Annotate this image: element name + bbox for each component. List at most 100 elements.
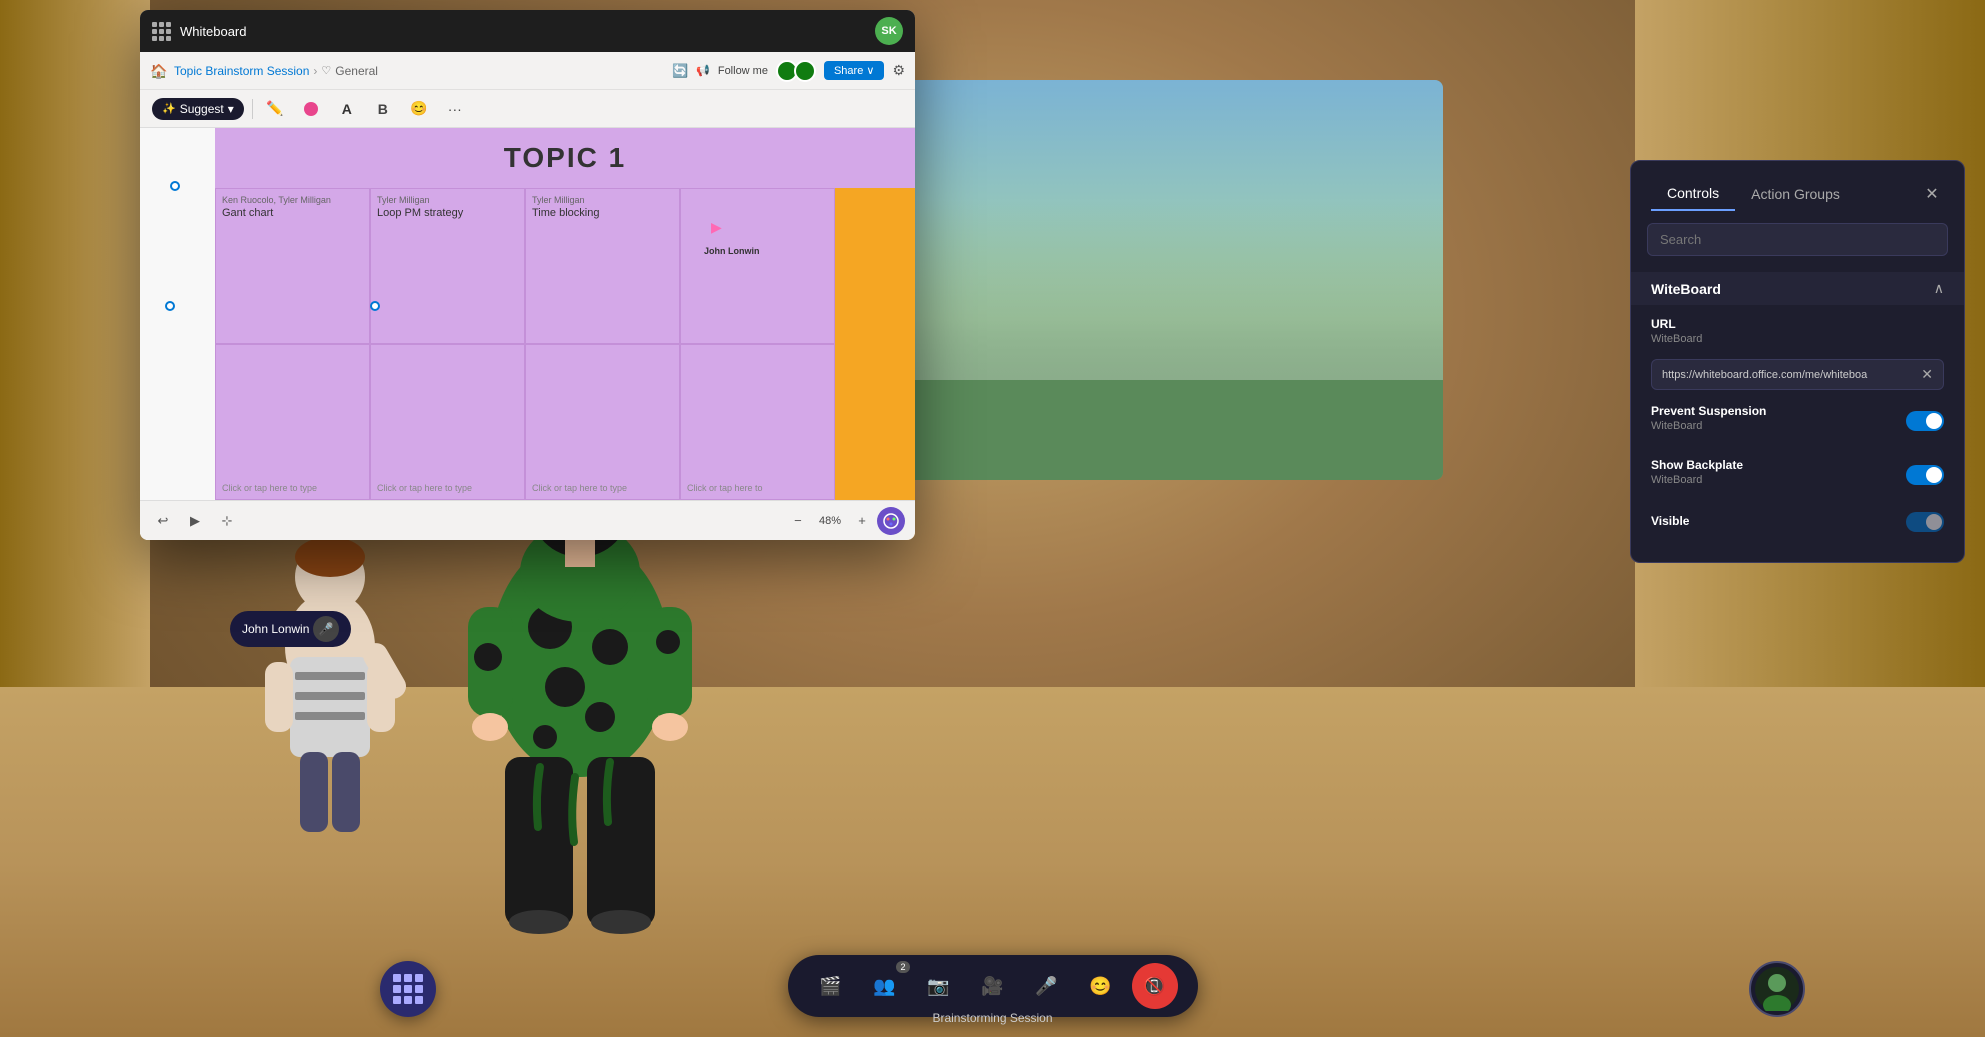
sticky-note-5[interactable]: Click or tap here to type [370, 344, 525, 500]
taskbar-mute-button[interactable]: 🎤 [1024, 963, 1070, 1009]
wb-session-name[interactable]: Topic Brainstorm Session [174, 64, 309, 78]
wb-heart-icon: ♡ [321, 64, 331, 77]
wb-app-title: Whiteboard [180, 24, 246, 39]
sticky-note-4[interactable]: Click or tap here to type [215, 344, 370, 500]
url-sublabel: WiteBoard [1651, 333, 1944, 345]
follow-me-label[interactable]: Follow me [718, 65, 768, 77]
text-tool[interactable]: A [333, 95, 361, 123]
zoom-in-button[interactable]: + [849, 508, 875, 534]
panel-item-url: URL WiteBoard [1631, 305, 1964, 355]
wb-breadcrumb-sub: General [335, 64, 378, 78]
cursor-user-label: John Lonwin [696, 244, 768, 258]
taskbar-people-button[interactable]: 👥 2 [862, 963, 908, 1009]
visible-toggle[interactable] [1906, 512, 1944, 532]
taskbar-screen-button[interactable]: 🎬 [808, 963, 854, 1009]
toggle-visible: Visible [1631, 502, 1964, 542]
user-avatar-button[interactable] [1749, 961, 1805, 1017]
sticky-note-1[interactable]: Tyler Milligan Loop PM strategy [370, 188, 525, 344]
circle-tool[interactable] [297, 95, 325, 123]
refresh-icon[interactable]: 🔄 [672, 63, 688, 79]
url-clear-button[interactable]: ✕ [1921, 366, 1933, 383]
collaborator-avatar-2 [794, 60, 816, 82]
sticky-placeholder-4: Click or tap here to type [222, 483, 363, 493]
handle-tr[interactable] [165, 301, 175, 311]
sticky-author-1: Tyler Milligan [377, 195, 518, 205]
suggest-dropdown: ▾ [228, 102, 234, 116]
toggle-thumb-3 [1926, 514, 1942, 530]
apps-menu-button[interactable] [380, 961, 436, 1017]
topic-title: TOPIC 1 [504, 142, 626, 174]
bold-tool[interactable]: B [369, 95, 397, 123]
section-header[interactable]: WiteBoard ∧ [1631, 272, 1964, 305]
tab-controls[interactable]: Controls [1651, 177, 1735, 211]
prevent-label: Prevent Suspension [1651, 404, 1906, 418]
tab-action-groups[interactable]: Action Groups [1735, 178, 1856, 210]
toggle-thumb-1 [1926, 413, 1942, 429]
sticky-author-0: Ken Ruocolo, Tyler Milligan [222, 195, 363, 205]
taskbar-leave-button[interactable]: 📵 [1132, 963, 1178, 1009]
emoji-tool[interactable]: 😊 [405, 95, 433, 123]
toggle-visible-info: Visible [1651, 514, 1906, 530]
toggle-show-backplate: Show Backplate WiteBoard [1631, 448, 1964, 502]
select-button[interactable]: ⊹ [214, 508, 240, 534]
backplate-sublabel: WiteBoard [1651, 474, 1906, 486]
toggle-prevent-info: Prevent Suspension WiteBoard [1651, 404, 1906, 438]
taskbar-emoji-button[interactable]: 😊 [1078, 963, 1124, 1009]
controls-panel: Controls Action Groups ✕ Search WiteBoar… [1630, 160, 1965, 563]
follow-me-icon[interactable]: 📢 [696, 64, 710, 77]
prevent-sublabel: WiteBoard [1651, 420, 1906, 432]
whiteboard-window: Whiteboard SK 🏠 Topic Brainstorm Session… [140, 10, 915, 540]
pen-tool[interactable]: ✏️ [261, 95, 289, 123]
sticky-author-2: Tyler Milligan [532, 195, 673, 205]
undo-button[interactable]: ↩ [150, 508, 176, 534]
sticky-title-0: Gant chart [222, 207, 363, 219]
cursor-arrow-icon: ▶ [711, 219, 722, 236]
sticky-note-3[interactable]: ▶ John Lonwin [680, 188, 835, 344]
wb-breadcrumb: Topic Brainstorm Session › ♡ General [174, 64, 378, 78]
sticky-notes-grid: Ken Ruocolo, Tyler Milligan Gant chart T… [215, 188, 835, 500]
settings-icon[interactable]: ⚙ [892, 62, 905, 79]
sticky-title-1: Loop PM strategy [377, 207, 518, 219]
cursor-button[interactable]: ▶ [182, 508, 208, 534]
wb-canvas[interactable]: TOPIC 1 Ken Ruocolo, Tyler Milligan Gant… [140, 128, 915, 540]
sticky-placeholder-7: Click or tap here to [687, 483, 828, 493]
share-button[interactable]: Share ∨ [824, 61, 884, 80]
home-icon[interactable]: 🏠 [150, 63, 166, 79]
avatar-small [250, 497, 410, 837]
zoom-out-button[interactable]: − [785, 508, 811, 534]
zoom-level: 48% [815, 515, 845, 527]
panel-close-button[interactable]: ✕ [1920, 182, 1944, 206]
people-count: 2 [896, 961, 909, 973]
wb-toolbar: ✨ Suggest ▾ ✏️ A B 😊 ··· [140, 90, 915, 128]
suggest-tool[interactable]: ✨ Suggest ▾ [152, 98, 244, 120]
suggest-icon: ✨ [162, 102, 176, 115]
palette-button[interactable] [877, 507, 905, 535]
toggle-backplate-info: Show Backplate WiteBoard [1651, 458, 1906, 492]
zoom-controls: − 48% + ⧉ [785, 508, 905, 534]
url-input-row[interactable]: https://whiteboard.office.com/me/whitebo… [1651, 359, 1944, 390]
visible-label: Visible [1651, 514, 1906, 528]
more-tool[interactable]: ··· [441, 95, 469, 123]
panel-header: Controls Action Groups ✕ [1631, 161, 1964, 211]
panel-search-input[interactable]: Search [1647, 223, 1948, 256]
sticky-note-2[interactable]: Tyler Milligan Time blocking [525, 188, 680, 344]
prevent-suspension-toggle[interactable] [1906, 411, 1944, 431]
collaborator-avatars [776, 60, 816, 82]
user-label-vr: John Lonwin 🎤 [230, 611, 351, 647]
sticky-note-0[interactable]: Ken Ruocolo, Tyler Milligan Gant chart [215, 188, 370, 344]
handle-br[interactable] [170, 181, 180, 191]
taskbar-video-button[interactable]: 🎥 [970, 963, 1016, 1009]
url-value: https://whiteboard.office.com/me/whitebo… [1662, 369, 1915, 381]
sticky-note-6[interactable]: Click or tap here to type [525, 344, 680, 500]
section-title: WiteBoard [1651, 281, 1721, 297]
taskbar-camera-button[interactable]: 📷 [916, 963, 962, 1009]
handle-tl[interactable] [370, 301, 380, 311]
apps-grid-icon[interactable] [152, 22, 170, 40]
toggle-thumb-2 [1926, 467, 1942, 483]
sticky-note-7[interactable]: Click or tap here to [680, 344, 835, 500]
show-backplate-toggle[interactable] [1906, 465, 1944, 485]
sticky-title-2: Time blocking [532, 207, 673, 219]
toggle-prevent-suspension: Prevent Suspension WiteBoard [1631, 394, 1964, 448]
vr-environment: John Lonwin 🎤 Whiteboard SK 🏠 Topic Brai… [0, 0, 1985, 1037]
sticky-placeholder-6: Click or tap here to type [532, 483, 673, 493]
